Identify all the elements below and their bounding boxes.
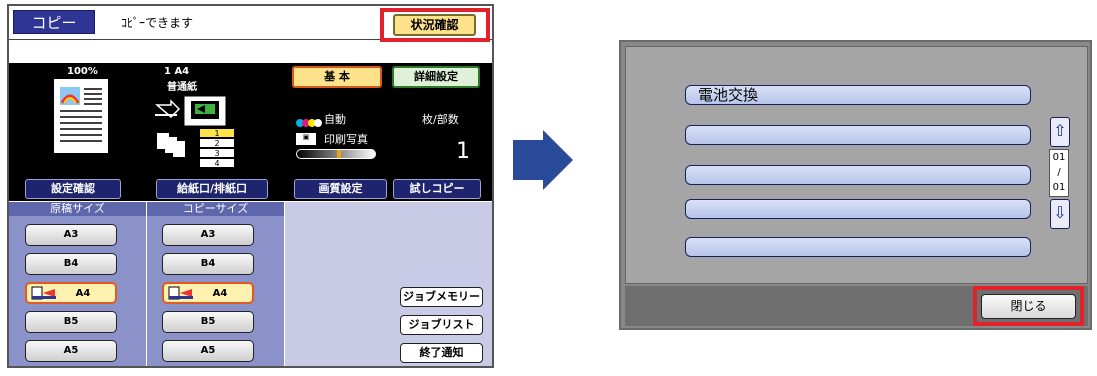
title-bar: コピー ｺﾋﾟｰできます 状況確認 [9,6,492,42]
page-indicator: 01 / 01 [1049,149,1069,197]
copy-mode-tab[interactable]: コピー [13,10,95,34]
status-screen: 電池交換 ⇧ 01 / 01 ⇩ 閉じる [619,40,1092,330]
settings-preview: 100% 1 A4 普通紙 1 2 3 4 基 本 詳細設定 自動 枚/部数 ▣… [9,63,492,201]
copy-size-a5[interactable]: A5 [162,340,254,362]
scroll-down-icon[interactable]: ⇩ [1050,199,1070,229]
list-item[interactable] [685,199,1031,219]
original-size-a4[interactable]: A4 [25,282,117,304]
sheets-copies-label: 枚/部数 [422,113,459,126]
paper-type: 普通紙 [167,82,197,93]
color-mode: 自動 [324,113,346,126]
status-check-button[interactable]: 状況確認 [393,14,476,36]
copy-size-b4[interactable]: B4 [162,253,254,275]
tray-list: 1 2 3 4 [199,128,235,168]
status-list-area: 電池交換 ⇧ 01 / 01 ⇩ [625,46,1088,284]
copy-size-a3[interactable]: A3 [162,224,254,246]
copy-count: 1 [456,139,470,164]
status-message: ｺﾋﾟｰできます [121,16,194,30]
job-panel: ジョブメモリー ジョブリスト 終了通知 [285,202,492,366]
close-button[interactable]: 閉じる [981,294,1076,319]
size-label: A4 [75,288,91,299]
tray-item[interactable]: 3 [199,148,235,158]
copy-size-a4[interactable]: A4 [162,282,254,304]
highlight-box: 状況確認 [380,8,490,42]
list-item[interactable]: 電池交換 [685,85,1031,105]
original-size-b4[interactable]: B4 [25,253,117,275]
job-memory-button[interactable]: ジョブメモリー [400,287,483,307]
copies-paper-info: 1 A4 [164,66,190,77]
tray-item[interactable]: 4 [199,158,235,168]
copy-size-b5[interactable]: B5 [162,311,254,333]
setting-confirm-button[interactable]: 設定確認 [25,179,121,199]
original-size-b5[interactable]: B5 [25,311,117,333]
original-size-a5[interactable]: A5 [25,340,117,362]
copy-screen: コピー ｺﾋﾟｰできます 状況確認 100% 1 A4 普通紙 1 2 3 4 … [7,4,494,368]
list-item[interactable] [685,125,1031,145]
page-separator: / [1057,167,1061,178]
tray-button[interactable]: 給紙口/排紙口 [156,179,268,199]
end-notice-button[interactable]: 終了通知 [400,343,483,363]
copy-size-header: コピーサイズ [147,202,284,216]
job-list-button[interactable]: ジョブリスト [400,315,483,335]
original-size-column: 原稿サイズ A3 B4 A4 B5 A5 [9,202,146,366]
arrow-right-icon [513,130,573,190]
document-icon [60,87,102,142]
tab-basic[interactable]: 基 本 [292,66,382,88]
zoom-value: 100% [67,66,98,77]
page-total: 01 [1052,182,1066,193]
page-current: 01 [1052,152,1066,163]
original-size-header: 原稿サイズ [9,202,146,216]
original-size-a3[interactable]: A3 [25,224,117,246]
density-marker [337,150,341,158]
size-label: A4 [212,288,228,299]
document-preview [54,79,108,153]
density-slider[interactable] [296,149,376,159]
photo-icon: ▣ [296,133,316,145]
test-copy-button[interactable]: 試しコピー [393,179,481,199]
auto-paper-icon [168,286,194,300]
list-item[interactable] [685,165,1031,185]
list-item[interactable] [685,237,1031,257]
tab-detail[interactable]: 詳細設定 [392,66,480,88]
tray-item[interactable]: 1 [199,128,235,138]
copy-size-column: コピーサイズ A3 B4 A4 B5 A5 [147,202,284,366]
image-mode: 印刷写真 [324,133,368,146]
image-quality-button[interactable]: 画質設定 [294,179,387,199]
scroll-up-icon[interactable]: ⇧ [1050,117,1070,147]
tray-item[interactable]: 2 [199,138,235,148]
color-dots-icon [296,113,322,127]
auto-paper-icon [31,286,57,300]
